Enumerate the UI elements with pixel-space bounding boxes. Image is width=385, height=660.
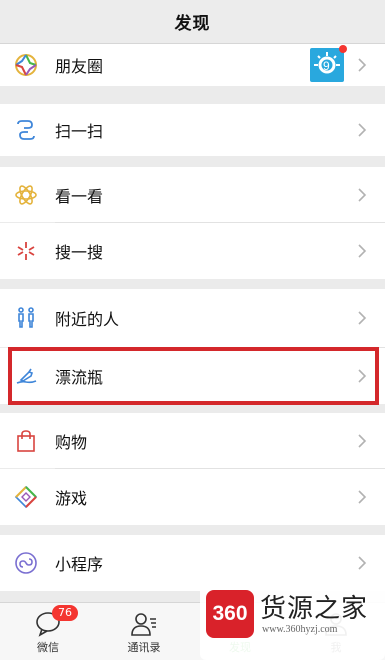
menu-item-top-stories[interactable]: 看一看 xyxy=(0,167,385,222)
top-bar: 发现 xyxy=(0,0,385,44)
unread-badge: 76 xyxy=(52,605,78,621)
watermark-url: www.360hyzj.com xyxy=(262,624,338,635)
tab-chats[interactable]: 76 微信 xyxy=(0,603,96,660)
chevron-right-icon xyxy=(357,433,367,449)
highlight-box xyxy=(8,347,379,405)
menu-item-mini-programs[interactable]: 小程序 xyxy=(0,535,385,591)
chevron-right-icon xyxy=(357,243,367,259)
contacts-icon xyxy=(130,611,158,637)
menu-item-games[interactable]: 游戏 xyxy=(0,469,385,525)
menu-item-label: 游戏 xyxy=(55,489,88,508)
svg-text:9: 9 xyxy=(323,59,330,73)
menu-item-people-nearby[interactable]: 附近的人 xyxy=(0,289,385,347)
menu-item-label: 搜一搜 xyxy=(55,243,104,262)
shopping-bag-icon xyxy=(14,429,38,453)
menu-item-label: 看一看 xyxy=(55,186,104,206)
chevron-right-icon xyxy=(357,489,367,505)
menu-item-label: 附近的人 xyxy=(55,310,120,329)
games-icon xyxy=(14,485,38,509)
page-title: 发现 xyxy=(174,14,211,34)
chat-bubble-icon: 76 xyxy=(34,605,78,637)
menu-item-scan[interactable]: 扫一扫 xyxy=(0,104,385,156)
chevron-right-icon xyxy=(357,57,367,73)
tab-contacts[interactable]: 通讯录 xyxy=(96,603,192,660)
top-stories-icon xyxy=(14,183,38,207)
menu-item-shopping[interactable]: 购物 xyxy=(0,413,385,468)
tab-label: 微信 xyxy=(37,641,59,654)
watermark: 360 货源之家 www.360hyzj.com xyxy=(200,584,385,660)
menu-item-moments[interactable]: 朋友圈 9 xyxy=(0,44,385,86)
menu-item-search[interactable]: 搜一搜 xyxy=(0,223,385,279)
chevron-right-icon xyxy=(357,555,367,571)
tab-label: 通讯录 xyxy=(127,641,161,654)
watermark-name: 货源之家 xyxy=(260,594,369,624)
menu-item-label: 扫一扫 xyxy=(55,122,104,141)
chevron-right-icon xyxy=(357,122,367,138)
unread-dot xyxy=(339,45,347,53)
chevron-right-icon xyxy=(357,187,367,203)
scan-icon xyxy=(14,118,38,142)
moments-thumbnail: 9 xyxy=(310,45,347,82)
search-icon xyxy=(14,239,38,263)
moments-icon xyxy=(14,53,38,77)
watermark-logo: 360 xyxy=(206,590,254,638)
menu-item-label: 朋友圈 xyxy=(55,57,104,76)
menu-item-label: 购物 xyxy=(55,432,88,452)
people-nearby-icon xyxy=(14,306,38,330)
chevron-right-icon xyxy=(357,310,367,326)
mini-programs-icon xyxy=(14,551,38,575)
menu-item-label: 小程序 xyxy=(55,555,104,574)
